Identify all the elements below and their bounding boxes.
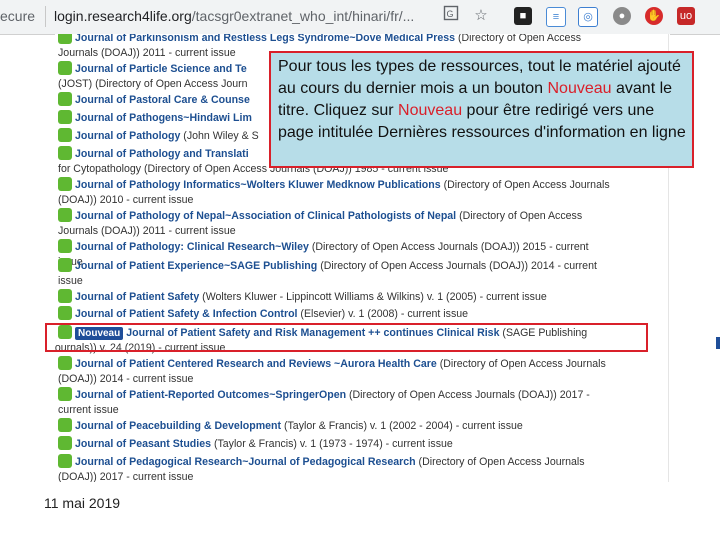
secure-label: ecure <box>0 8 36 24</box>
vpn-icon[interactable]: ◎ <box>578 7 598 27</box>
journal-link[interactable]: Journal of Parkinsonism and Restless Leg… <box>75 34 455 44</box>
open-access-icon <box>58 177 72 191</box>
circle-icon[interactable]: ● <box>613 7 631 25</box>
open-access-icon <box>58 306 72 320</box>
open-access-icon <box>58 436 72 450</box>
list-item: Journal of Patient-Reported Outcomes~Spr… <box>58 387 590 416</box>
open-access-icon <box>58 128 72 142</box>
slide-date: 11 mai 2019 <box>44 495 121 511</box>
journal-link[interactable]: Journal of Particle Science and Te <box>75 63 247 75</box>
open-access-icon <box>58 61 72 75</box>
open-access-icon <box>58 92 72 106</box>
list-item: Journal of Patient Experience~SAGE Publi… <box>58 258 597 287</box>
url-path: /tacsgr0extranet_who_int/hinari/fr/... <box>191 8 415 24</box>
open-access-icon <box>58 34 72 44</box>
nouveau-highlight: Nouveau <box>398 102 463 119</box>
journal-link[interactable]: Journal of Pedagogical Research~Journal … <box>75 456 416 468</box>
list-item: Journal of Peasant Studies (Taylor & Fra… <box>58 436 658 452</box>
journal-link[interactable]: Journal of Pathology of Nepal~Associatio… <box>75 210 456 222</box>
list-item: Journal of Pathology Informatics~Wolters… <box>58 177 610 206</box>
new-item-highlight-frame <box>45 323 648 352</box>
open-access-icon <box>58 258 72 272</box>
journal-link[interactable]: Journal of Pathogens~Hindawi Lim <box>75 112 252 124</box>
journal-link[interactable]: Journal of Patient Centered Research and… <box>75 358 437 370</box>
open-access-icon <box>58 418 72 432</box>
journal-link[interactable]: Journal of Pathology <box>75 130 180 142</box>
ublock-icon[interactable]: uo <box>677 7 695 25</box>
list-item: Journal of Patient Centered Research and… <box>58 356 606 385</box>
list-item: Journal of Peacebuilding & Development (… <box>58 418 658 434</box>
list-item: Journal of Pathology of Nepal~Associatio… <box>58 208 583 237</box>
open-access-icon <box>58 146 72 160</box>
journal-link[interactable]: Journal of Pathology and Translati <box>75 148 249 160</box>
url-divider <box>45 6 46 27</box>
open-access-icon <box>58 356 72 370</box>
notion-icon[interactable]: ■ <box>514 7 532 25</box>
list-item: Journal of Patient Safety & Infection Co… <box>58 306 658 322</box>
translate-icon[interactable]: G <box>440 5 462 27</box>
list-item: Journal of Patient Safety (Wolters Kluwe… <box>58 289 658 305</box>
journal-link[interactable]: Journal of Pathology: Clinical Research~… <box>75 241 309 253</box>
journal-link[interactable]: Journal of Pastoral Care & Counse <box>75 94 250 106</box>
journal-link[interactable]: Journal of Peacebuilding & Development <box>75 420 281 432</box>
open-access-icon <box>58 239 72 253</box>
journal-link[interactable]: Journal of Peasant Studies <box>75 438 211 450</box>
journal-link[interactable]: Journal of Patient Safety & Infection Co… <box>75 308 297 320</box>
url-host: login.research4life.org <box>54 8 192 24</box>
open-access-icon <box>58 387 72 401</box>
journal-link[interactable]: Journal of Patient-Reported Outcomes~Spr… <box>75 389 346 401</box>
nouveau-highlight: Nouveau <box>547 80 612 97</box>
open-access-icon <box>58 208 72 222</box>
browser-toolbar: ecure login.research4life.org/tacsgr0ext… <box>0 0 720 35</box>
open-access-icon <box>58 289 72 303</box>
journal-link[interactable]: Journal of Patient Safety <box>75 291 199 303</box>
star-icon[interactable]: ☆ <box>470 5 492 27</box>
address-bar[interactable]: login.research4life.org/tacsgr0extranet_… <box>54 8 414 24</box>
scroll-marker <box>716 337 720 349</box>
journal-link[interactable]: Journal of Pathology Informatics~Wolters… <box>75 179 441 191</box>
list-item: Journal of Pedagogical Research~Journal … <box>58 454 585 482</box>
document-icon[interactable]: ≡ <box>546 7 566 27</box>
open-access-icon <box>58 110 72 124</box>
shield-icon[interactable]: ✋ <box>645 7 663 25</box>
open-access-icon <box>58 454 72 468</box>
svg-text:G: G <box>447 9 454 19</box>
explanation-callout: Pour tous les types de ressources, tout … <box>269 51 694 168</box>
journal-link[interactable]: Journal of Patient Experience~SAGE Publi… <box>75 260 317 272</box>
